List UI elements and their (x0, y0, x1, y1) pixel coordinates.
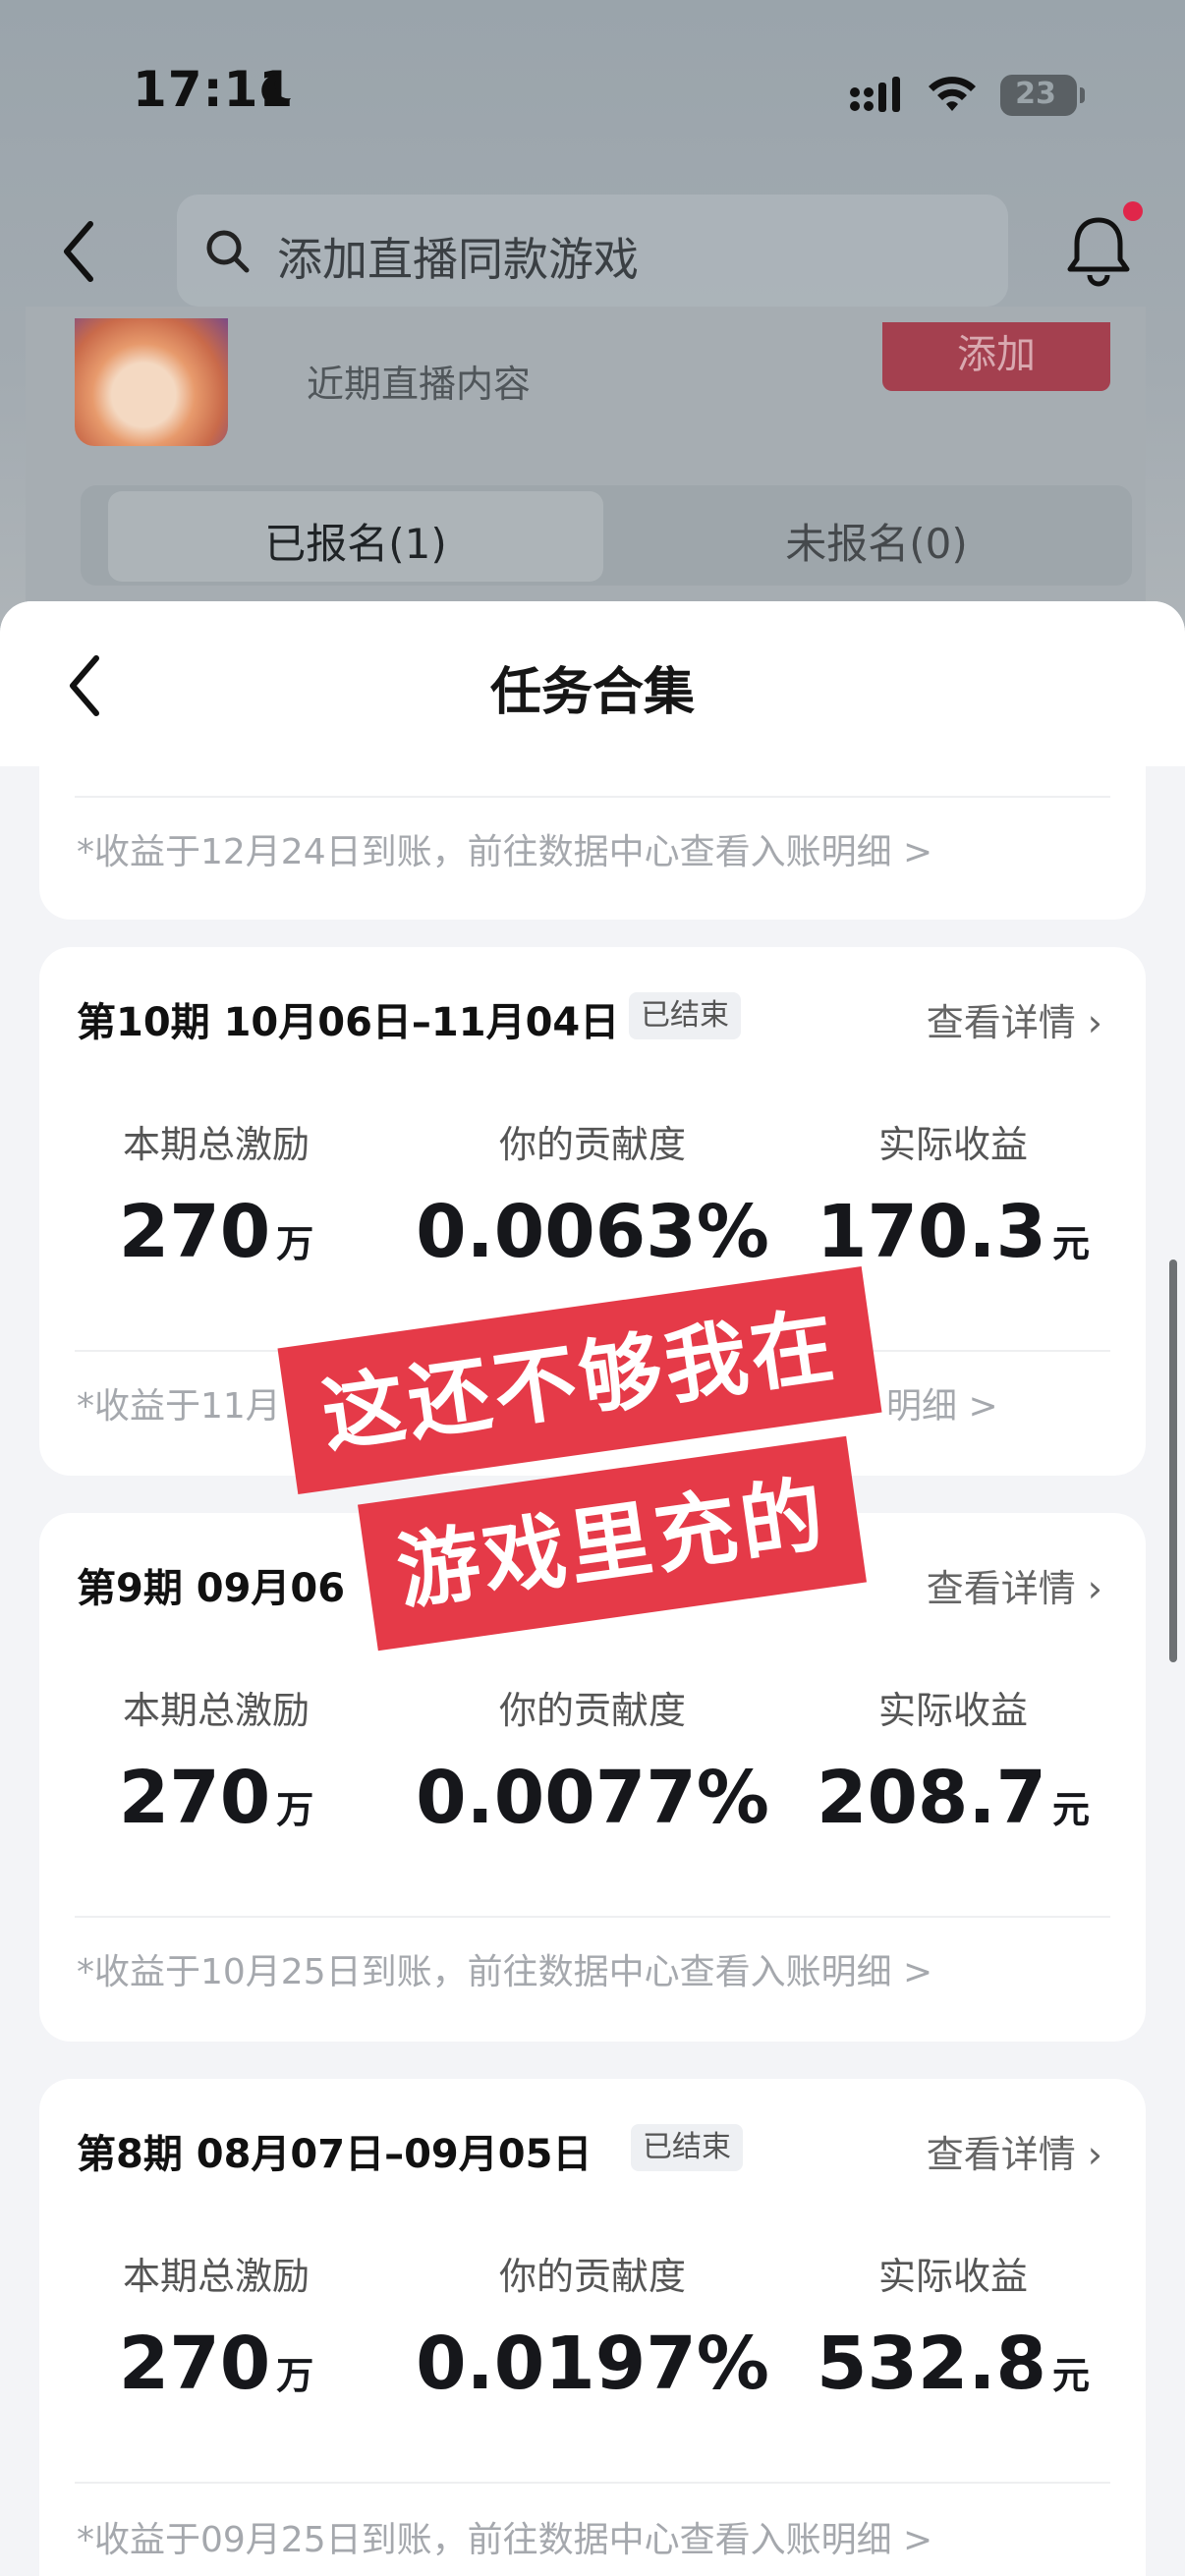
income-note-text: 收益于11月 (94, 1386, 281, 1427)
search-icon (206, 230, 250, 273)
sheet-title: 任务合集 (489, 663, 695, 722)
total-incentive-number: 270 (118, 1190, 271, 1274)
contribution: 你的贡献度 0.0077% (416, 1680, 769, 1840)
actual-income-unit: 元 (1052, 1788, 1091, 1831)
view-details-link[interactable]: 查看详情 › (927, 1558, 1102, 1612)
total-incentive-unit: 万 (276, 1222, 314, 1265)
contribution-value: 0.0063% (416, 1190, 769, 1274)
view-details-label: 查看详情 (926, 1001, 1076, 1044)
divider (75, 2482, 1110, 2484)
total-incentive-label: 本期总激励 (122, 1123, 310, 1166)
total-incentive-unit: 万 (276, 2354, 314, 2397)
scrollbar[interactable] (1169, 1260, 1177, 1662)
actual-income-number: 208.7 (816, 1756, 1047, 1840)
income-note-text: 收益于09月25日到账，前往数据中心查看入账明细 > (94, 2520, 933, 2560)
bell-icon[interactable] (1063, 210, 1134, 289)
income-note-text: 收益于12月24日到账，前往数据中心查看入账明细 > (94, 832, 933, 872)
income-note-tail: 明细 > (886, 1386, 998, 1427)
total-incentive: 本期总激励 270 万 (39, 1114, 393, 1274)
game-card: 近期直播内容 添加 已报名(1) 未报名(0) (26, 307, 1146, 631)
registration-tabs: 已报名(1) 未报名(0) (81, 485, 1132, 586)
total-incentive: 本期总激励 270 万 (39, 2246, 393, 2406)
actual-income-unit: 元 (1052, 1222, 1091, 1265)
actual-income: 实际收益 532.8 元 (776, 2246, 1130, 2406)
status-bar: 17:11 23 (0, 0, 1185, 196)
total-incentive-value: 270 万 (39, 2322, 393, 2406)
back-chevron-icon[interactable] (57, 218, 100, 285)
wifi-icon (929, 77, 976, 111)
actual-income: 实际收益 170.3 元 (776, 1114, 1130, 1274)
tab-unregistered[interactable]: 未报名(0) (631, 491, 1122, 582)
period-title: 第10期 10月06日–11月04日 (77, 1000, 620, 1045)
view-details-link[interactable]: 查看详情 › (927, 2124, 1102, 2178)
contribution-label: 你的贡献度 (498, 1689, 686, 1732)
income-note[interactable]: *收益于09月25日到账，前往数据中心查看入账明细 > (77, 2511, 932, 2562)
contribution-label: 你的贡献度 (498, 1123, 686, 1166)
actual-income-value: 170.3 元 (776, 1190, 1130, 1274)
status-badge: 已结束 (629, 992, 741, 1039)
actual-income-label: 实际收益 (877, 1123, 1028, 1166)
search-bar[interactable]: 添加直播同款游戏 (177, 195, 1008, 307)
actual-income: 实际收益 208.7 元 (776, 1680, 1130, 1840)
game-avatar (75, 318, 228, 446)
status-badge: 已结束 (631, 2124, 743, 2171)
actual-income-label: 实际收益 (877, 1689, 1028, 1732)
contribution-label: 你的贡献度 (498, 2255, 686, 2298)
tab-unregistered-label: 未报名(0) (785, 520, 968, 568)
moon-icon (261, 74, 291, 106)
contribution: 你的贡献度 0.0063% (416, 1114, 769, 1274)
view-details-label: 查看详情 (926, 1567, 1076, 1610)
income-note-text: 收益于10月25日到账，前往数据中心查看入账明细 > (94, 1952, 933, 1992)
income-note[interactable]: *收益于10月25日到账，前往数据中心查看入账明细 > (77, 1943, 932, 1994)
total-incentive-unit: 万 (276, 1788, 314, 1831)
contribution-value: 0.0077% (416, 1756, 769, 1840)
actual-income-label: 实际收益 (877, 2255, 1028, 2298)
game-subtitle: 近期直播内容 (307, 363, 532, 406)
battery-icon: 23 (1000, 75, 1085, 116)
period-title: 第8期 08月07日–09月05日 (77, 2132, 592, 2177)
total-incentive-value: 270 万 (39, 1756, 393, 1840)
contribution-value: 0.0197% (416, 2322, 769, 2406)
total-incentive-label: 本期总激励 (122, 1689, 310, 1732)
divider (75, 1916, 1110, 1918)
actual-income-number: 532.8 (816, 2322, 1047, 2406)
contribution: 你的贡献度 0.0197% (416, 2246, 769, 2406)
actual-income-unit: 元 (1052, 2354, 1091, 2397)
divider (75, 796, 1110, 798)
income-note[interactable]: *收益于12月24日到账，前往数据中心查看入账明细 > (77, 823, 932, 874)
total-incentive-number: 270 (118, 2322, 271, 2406)
total-incentive-value: 270 万 (39, 1190, 393, 1274)
actual-income-number: 170.3 (816, 1190, 1047, 1274)
income-note[interactable]: *收益于11月 (77, 1377, 281, 1428)
tab-registered-label: 已报名(1) (264, 520, 447, 568)
view-details-label: 查看详情 (926, 2133, 1076, 2176)
search-placeholder: 添加直播同款游戏 (277, 233, 639, 286)
total-incentive-label: 本期总激励 (122, 2255, 310, 2298)
task-card-period-8: 第8期 08月07日–09月05日 已结束 查看详情 › 本期总激励 270 万 … (39, 2079, 1146, 2576)
tab-registered[interactable]: 已报名(1) (108, 491, 603, 582)
total-incentive: 本期总激励 270 万 (39, 1680, 393, 1840)
actual-income-value: 532.8 元 (776, 2322, 1130, 2406)
period-title: 第9期 09月06 (77, 1566, 346, 1611)
notification-dot (1123, 201, 1143, 221)
view-details-link[interactable]: 查看详情 › (927, 992, 1102, 1046)
background-page: 17:11 23 添加直播同款游戏 近期直播内容 添加 已报名(1) 未报名(0… (0, 0, 1185, 631)
cellular-signal-icon (850, 77, 900, 112)
sheet-header: 任务合集 (0, 601, 1185, 766)
add-button[interactable]: 添加 (882, 322, 1110, 391)
battery-level: 23 (1015, 77, 1056, 111)
actual-income-value: 208.7 元 (776, 1756, 1130, 1840)
add-button-label: 添加 (957, 332, 1036, 377)
total-incentive-number: 270 (118, 1756, 271, 1840)
